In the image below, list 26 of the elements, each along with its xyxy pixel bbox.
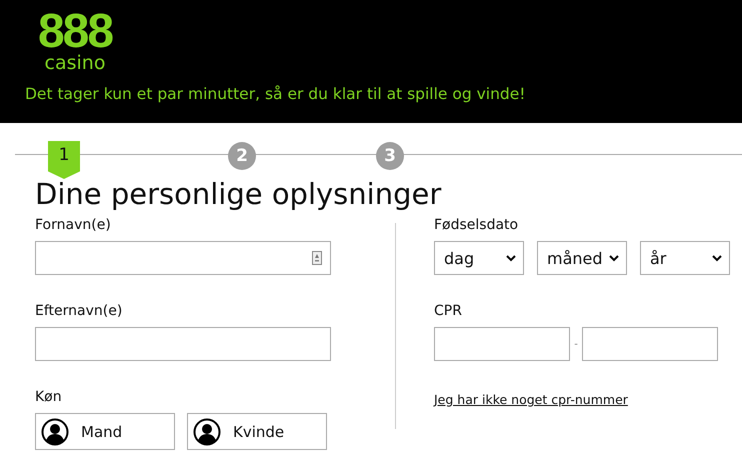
chevron-down-icon: [609, 254, 619, 262]
date-select[interactable]: år: [640, 241, 730, 275]
field-label: CPR: [434, 303, 463, 321]
person-icon: [193, 418, 221, 446]
chevron-down-icon: [712, 254, 722, 262]
cpr-field[interactable]: [582, 327, 718, 361]
last-name-field[interactable]: [35, 327, 331, 361]
separator: -: [573, 338, 579, 350]
gender-option[interactable]: Kvinde: [187, 413, 327, 450]
person-icon: [41, 418, 69, 446]
field-label: Efternavn(e): [35, 303, 124, 321]
no-cpr-link[interactable]: Jeg har ikke noget cpr-nummer: [434, 392, 628, 407]
step-marker[interactable]: 1: [48, 141, 80, 179]
field-label: Køn: [35, 389, 63, 407]
field-label: Fødselsdato: [434, 217, 520, 235]
section-heading: Dine personlige oplysninger: [35, 177, 442, 211]
first-name-field[interactable]: [35, 241, 331, 275]
gender-option[interactable]: Mand: [35, 413, 175, 450]
tagline: Det tager kun et par minutter, så er du klar til at spille og vinde!: [25, 85, 527, 103]
field-label: Fornavn(e): [35, 217, 112, 235]
contact-card-icon: [312, 251, 322, 265]
cpr-field[interactable]: [434, 327, 570, 361]
date-select[interactable]: dag: [434, 241, 524, 275]
date-select[interactable]: måned: [537, 241, 627, 275]
logo: 888 casino: [36, 8, 114, 73]
chevron-down-icon: [506, 254, 516, 262]
